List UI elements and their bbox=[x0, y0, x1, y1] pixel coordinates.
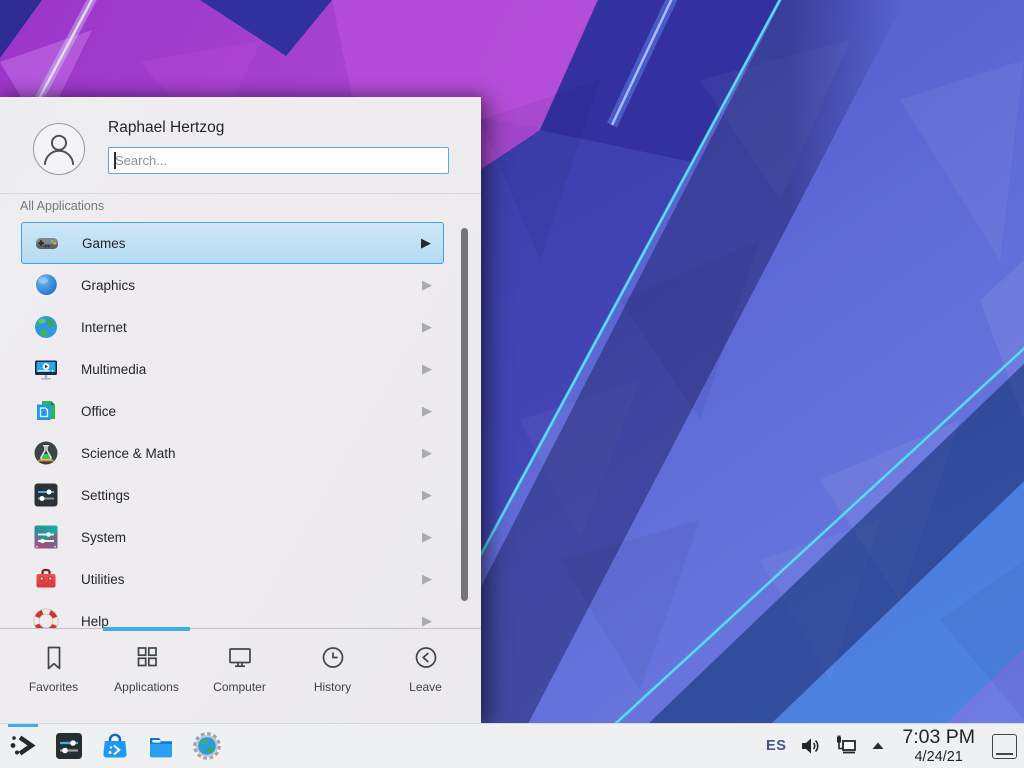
kickoff-menu: Raphael Hertzog All Applications bbox=[0, 97, 481, 723]
category-row-settings[interactable]: Settings ▶ bbox=[21, 474, 444, 516]
tab-label: History bbox=[314, 680, 351, 694]
category-row-utilities[interactable]: Utilities ▶ bbox=[21, 558, 444, 600]
submenu-arrow-icon: ▶ bbox=[420, 403, 434, 419]
tab-leave[interactable]: Leave bbox=[379, 629, 472, 723]
grid-icon bbox=[132, 643, 162, 673]
header-separator bbox=[0, 193, 481, 194]
submenu-arrow-icon: ▶ bbox=[420, 361, 434, 377]
submenu-arrow-icon: ▶ bbox=[420, 487, 434, 503]
submenu-arrow-icon: ▶ bbox=[420, 277, 434, 293]
category-label: Multimedia bbox=[81, 362, 420, 377]
active-app-indicator bbox=[8, 724, 38, 727]
show-desktop-button[interactable] bbox=[992, 734, 1017, 759]
flask-icon bbox=[32, 439, 60, 467]
toolbox-icon bbox=[32, 565, 60, 593]
submenu-arrow-icon: ▶ bbox=[420, 571, 434, 587]
system-settings-icon bbox=[54, 731, 84, 761]
search-input[interactable] bbox=[108, 147, 449, 174]
category-row-system[interactable]: System ▶ bbox=[21, 516, 444, 558]
category-label: Graphics bbox=[81, 278, 420, 293]
monitor-play-icon bbox=[32, 355, 60, 383]
web-globe-icon bbox=[192, 731, 222, 761]
leave-icon bbox=[411, 643, 441, 673]
clock-icon bbox=[318, 643, 348, 673]
category-label: Utilities bbox=[81, 572, 420, 587]
discover-button[interactable] bbox=[100, 731, 130, 761]
clock-time: 7:03 PM bbox=[902, 728, 975, 748]
tab-applications[interactable]: Applications bbox=[100, 629, 193, 723]
keyboard-layout-indicator[interactable]: ES bbox=[766, 738, 786, 754]
volume-icon[interactable] bbox=[799, 735, 821, 757]
category-row-office[interactable]: Office ▶ bbox=[21, 390, 444, 432]
taskbar-launchers bbox=[0, 731, 222, 761]
category-label: Science & Math bbox=[81, 446, 420, 461]
category-list: Games ▶ Graphics ▶ bbox=[0, 222, 481, 628]
search-field-wrap bbox=[108, 147, 449, 174]
tab-label: Applications bbox=[114, 680, 179, 694]
tab-label: Computer bbox=[213, 680, 266, 694]
category-row-science[interactable]: Science & Math ▶ bbox=[21, 432, 444, 474]
tab-favorites[interactable]: Favorites bbox=[7, 629, 100, 723]
category-row-help[interactable]: Help ▶ bbox=[21, 600, 444, 628]
bookmark-icon bbox=[39, 643, 69, 673]
app-launcher-button[interactable] bbox=[8, 731, 38, 761]
sphere-icon bbox=[32, 271, 60, 299]
sliders-icon bbox=[32, 481, 60, 509]
submenu-arrow-icon: ▶ bbox=[419, 235, 433, 251]
system-tray: ES 7:03 PM 4/24/21 bbox=[766, 728, 1024, 764]
expand-caret-icon[interactable] bbox=[871, 741, 885, 751]
category-label: Internet bbox=[81, 320, 420, 335]
category-label: Games bbox=[82, 236, 419, 251]
tab-history[interactable]: History bbox=[286, 629, 379, 723]
file-manager-button[interactable] bbox=[146, 731, 176, 761]
submenu-arrow-icon: ▶ bbox=[420, 529, 434, 545]
system-sliders-icon bbox=[32, 523, 60, 551]
globe-icon bbox=[32, 313, 60, 341]
category-row-games[interactable]: Games ▶ bbox=[21, 222, 444, 264]
taskbar: ES 7:03 PM 4/24/21 bbox=[0, 723, 1024, 768]
submenu-arrow-icon: ▶ bbox=[420, 613, 434, 628]
user-icon bbox=[37, 127, 81, 171]
category-label: Help bbox=[81, 614, 420, 629]
category-row-internet[interactable]: Internet ▶ bbox=[21, 306, 444, 348]
scrollbar-thumb[interactable] bbox=[461, 228, 468, 601]
submenu-arrow-icon: ▶ bbox=[420, 445, 434, 461]
user-name: Raphael Hertzog bbox=[108, 119, 224, 137]
lifebuoy-icon bbox=[32, 607, 60, 628]
web-globe-button[interactable] bbox=[192, 731, 222, 761]
documents-icon bbox=[32, 397, 60, 425]
active-tab-indicator bbox=[103, 627, 190, 631]
category-label: Settings bbox=[81, 488, 420, 503]
show-desktop-glyph bbox=[996, 753, 1013, 755]
text-cursor bbox=[114, 152, 116, 169]
tab-computer[interactable]: Computer bbox=[193, 629, 286, 723]
desktop: Raphael Hertzog All Applications bbox=[0, 0, 1024, 768]
gamepad-icon bbox=[33, 229, 61, 257]
computer-icon bbox=[225, 643, 255, 673]
network-icon[interactable] bbox=[834, 734, 858, 758]
category-label: System bbox=[81, 530, 420, 545]
submenu-arrow-icon: ▶ bbox=[420, 319, 434, 335]
clock[interactable]: 7:03 PM 4/24/21 bbox=[902, 728, 975, 764]
clock-date: 4/24/21 bbox=[902, 750, 975, 765]
tab-label: Leave bbox=[409, 680, 442, 694]
file-manager-icon bbox=[146, 731, 176, 761]
category-row-graphics[interactable]: Graphics ▶ bbox=[21, 264, 444, 306]
tab-bar: Favorites Applications Computer bbox=[0, 628, 481, 723]
avatar[interactable] bbox=[33, 123, 85, 175]
discover-icon bbox=[100, 731, 130, 761]
app-launcher-icon bbox=[8, 731, 38, 761]
category-row-multimedia[interactable]: Multimedia ▶ bbox=[21, 348, 444, 390]
section-label: All Applications bbox=[20, 199, 104, 213]
system-settings-button[interactable] bbox=[54, 731, 84, 761]
category-label: Office bbox=[81, 404, 420, 419]
tab-label: Favorites bbox=[29, 680, 78, 694]
